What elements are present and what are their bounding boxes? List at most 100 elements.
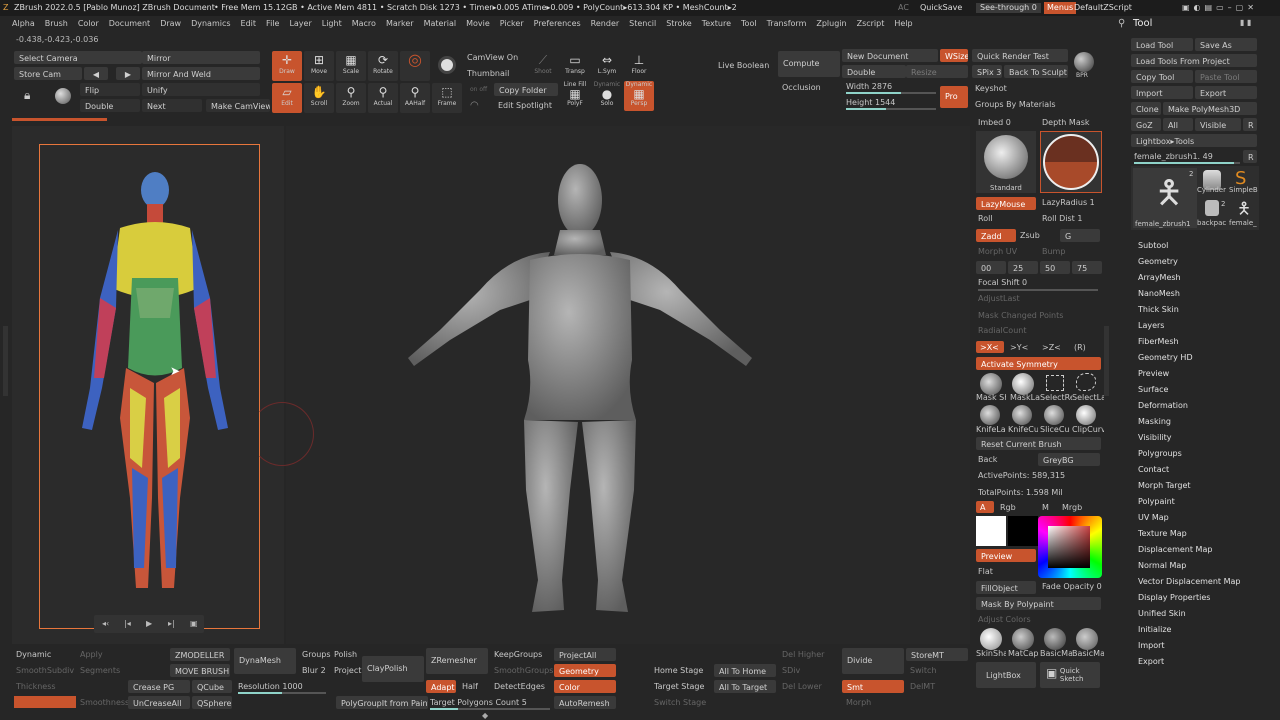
copy-folder-button[interactable]: Copy Folder <box>494 83 558 96</box>
zoom-button[interactable]: ⚲ Zoom <box>336 83 366 113</box>
imbed-slider[interactable]: Imbed 0 <box>978 118 1011 127</box>
playback-control-icon[interactable]: ▶ <box>146 619 152 628</box>
menu-item[interactable]: Help <box>894 19 912 28</box>
knife-lasso-brush-icon[interactable] <box>980 405 1000 425</box>
menu-item[interactable]: Dynamics <box>191 19 230 28</box>
select-lasso-brush-icon[interactable] <box>1076 373 1096 391</box>
unify-button[interactable]: Unify <box>142 83 260 96</box>
default-zscript-button[interactable]: DefaultZScript <box>1074 4 1132 12</box>
segments-slider[interactable]: Segments <box>80 666 120 675</box>
paste-tool-button[interactable]: Paste Tool <box>1195 70 1257 83</box>
select-camera-button[interactable]: Select Camera <box>14 51 142 64</box>
tool-subpalette-item[interactable]: Geometry HD <box>1138 353 1193 362</box>
lazymouse-button[interactable]: LazyMouse <box>976 197 1036 210</box>
knife-curve-brush-icon[interactable] <box>1012 405 1032 425</box>
adjust-last-slider[interactable]: AdjustLast <box>978 294 1020 303</box>
menu-item[interactable]: Preferences <box>534 19 581 28</box>
on-off-switch[interactable]: on off <box>470 86 487 93</box>
gizmo-button[interactable]: ◎ <box>400 51 430 81</box>
camview-icon[interactable] <box>438 56 456 74</box>
all-to-target-button[interactable]: All To Target <box>714 680 776 693</box>
dynamesh-button[interactable]: DynaMesh <box>234 648 296 674</box>
menu-item[interactable]: Marker <box>386 19 414 28</box>
morph-slider[interactable]: Morph <box>846 698 871 707</box>
half-button[interactable]: Half <box>462 682 478 691</box>
load-tool-button[interactable]: Load Tool <box>1131 38 1193 51</box>
width-slider[interactable]: Width 2876 <box>846 82 892 91</box>
current-tool-slider[interactable]: female_zbrush1. 49 <box>1134 152 1213 161</box>
seethrough-slider[interactable]: See-through 0 <box>976 3 1041 13</box>
tool-subpalette-item[interactable]: Visibility <box>1138 433 1172 442</box>
qcube-button[interactable]: QCube <box>192 680 232 693</box>
load-tools-from-project-button[interactable]: Load Tools From Project <box>1131 54 1257 67</box>
scroll-button[interactable]: ✋ Scroll <box>304 83 334 113</box>
persp-button[interactable]: Dynamic ▦ Persp <box>624 81 654 111</box>
resolution-slider[interactable]: Resolution 1000 <box>238 682 303 691</box>
thickness-slider[interactable]: Thickness <box>16 682 56 691</box>
switch-stage-button[interactable]: Switch Stage <box>654 698 706 707</box>
tool-subpalette-item[interactable]: Morph Target <box>1138 481 1191 490</box>
resolution-track[interactable] <box>238 692 326 694</box>
tool-subpalette-item[interactable]: Polypaint <box>1138 497 1175 506</box>
tool-subpalette-item[interactable]: Polygroups <box>1138 449 1182 458</box>
menu-item[interactable]: Material <box>424 19 457 28</box>
scale-button[interactable]: ▦ Scale <box>336 51 366 81</box>
menu-item[interactable]: Macro <box>352 19 376 28</box>
preview-button[interactable]: Preview <box>976 549 1036 562</box>
geometry-toggle[interactable]: Geometry <box>554 664 616 677</box>
edit-button[interactable]: ▱ Edit <box>272 83 302 113</box>
make-polymesh-button[interactable]: Make PolyMesh3D <box>1163 102 1257 115</box>
tool-subpalette-item[interactable]: Geometry <box>1138 257 1178 266</box>
material-sphere-icon[interactable] <box>55 88 71 104</box>
menu-item[interactable]: Picker <box>500 19 524 28</box>
all-to-home-button[interactable]: All To Home <box>714 664 776 677</box>
zremesher-button[interactable]: ZRemesher <box>426 648 488 674</box>
export-tool-button[interactable]: Export <box>1195 86 1257 99</box>
tool-subpalette-item[interactable]: UV Map <box>1138 513 1169 522</box>
alpha-thumbnail[interactable] <box>1040 131 1102 193</box>
prev-arrow-button[interactable]: ◀ <box>84 67 108 80</box>
tool-subpalette-item[interactable]: Vector Displacement Map <box>1138 577 1240 586</box>
flat-button[interactable]: Flat <box>978 567 993 576</box>
actual-button[interactable]: ⚲ Actual <box>368 83 398 113</box>
fade-opacity-slider[interactable]: Fade Opacity 0 <box>1042 582 1102 591</box>
divide-button[interactable]: Divide <box>842 648 904 674</box>
r-button[interactable]: R <box>1243 118 1257 131</box>
focal-shift-track[interactable] <box>978 289 1098 291</box>
pro-button[interactable]: Pro <box>940 86 968 108</box>
height-slider[interactable]: Height 1544 <box>846 98 895 107</box>
del-lower-button[interactable]: Del Lower <box>782 682 822 691</box>
polyf-button[interactable]: Line Fill ▦ PolyF <box>560 81 590 111</box>
tool-subpalette-item[interactable]: Normal Map <box>1138 561 1186 570</box>
groups-toggle[interactable]: Groups <box>302 650 331 659</box>
menu-item[interactable]: Color <box>78 19 99 28</box>
reset-current-brush-button[interactable]: Reset Current Brush <box>976 437 1101 450</box>
tool-subpalette-item[interactable]: Texture Map <box>1138 529 1187 538</box>
frame-button[interactable]: ⬚ Frame <box>432 83 462 113</box>
double-button[interactable]: Double <box>80 99 140 112</box>
adapt-button[interactable]: Adapt <box>426 680 456 693</box>
mrgb-toggle[interactable]: Mrgb <box>1062 503 1082 512</box>
tool-subpalette-item[interactable]: Unified Skin <box>1138 609 1186 618</box>
menu-item[interactable]: Zscript <box>857 19 885 28</box>
standard-brush-thumbnail[interactable]: Standard <box>976 131 1036 193</box>
tool-subpalette-item[interactable]: Displacement Map <box>1138 545 1212 554</box>
lock-icon[interactable]: 🔒︎ <box>24 88 30 103</box>
select-rect-brush-icon[interactable] <box>1046 375 1064 391</box>
playback-control-icon[interactable]: ▣ <box>190 619 198 628</box>
menu-item[interactable]: Tool <box>741 19 757 28</box>
thumbnail-toggle[interactable]: Thumbnail <box>467 69 509 78</box>
skinshade-material-icon[interactable] <box>980 628 1002 650</box>
dynamic-subdiv-button[interactable]: Dynamic <box>16 650 51 659</box>
aahalf-button[interactable]: ⚲ AAHalf <box>400 83 430 113</box>
bump-slider[interactable]: Bump <box>1042 247 1065 256</box>
blur-slider[interactable]: Blur 2 <box>302 666 326 675</box>
zsub-button[interactable]: Zsub <box>1020 231 1040 240</box>
tool-palette-controls-icons[interactable]: ▮ ▮ <box>1240 19 1251 27</box>
visible-button[interactable]: Visible <box>1195 118 1241 131</box>
back-button[interactable]: Back <box>978 455 997 464</box>
clip-curve-brush-icon[interactable] <box>1076 405 1096 425</box>
preset-75-button[interactable]: 75 <box>1072 261 1102 274</box>
menu-item[interactable]: Movie <box>466 19 490 28</box>
height-slider-track[interactable] <box>846 108 936 110</box>
